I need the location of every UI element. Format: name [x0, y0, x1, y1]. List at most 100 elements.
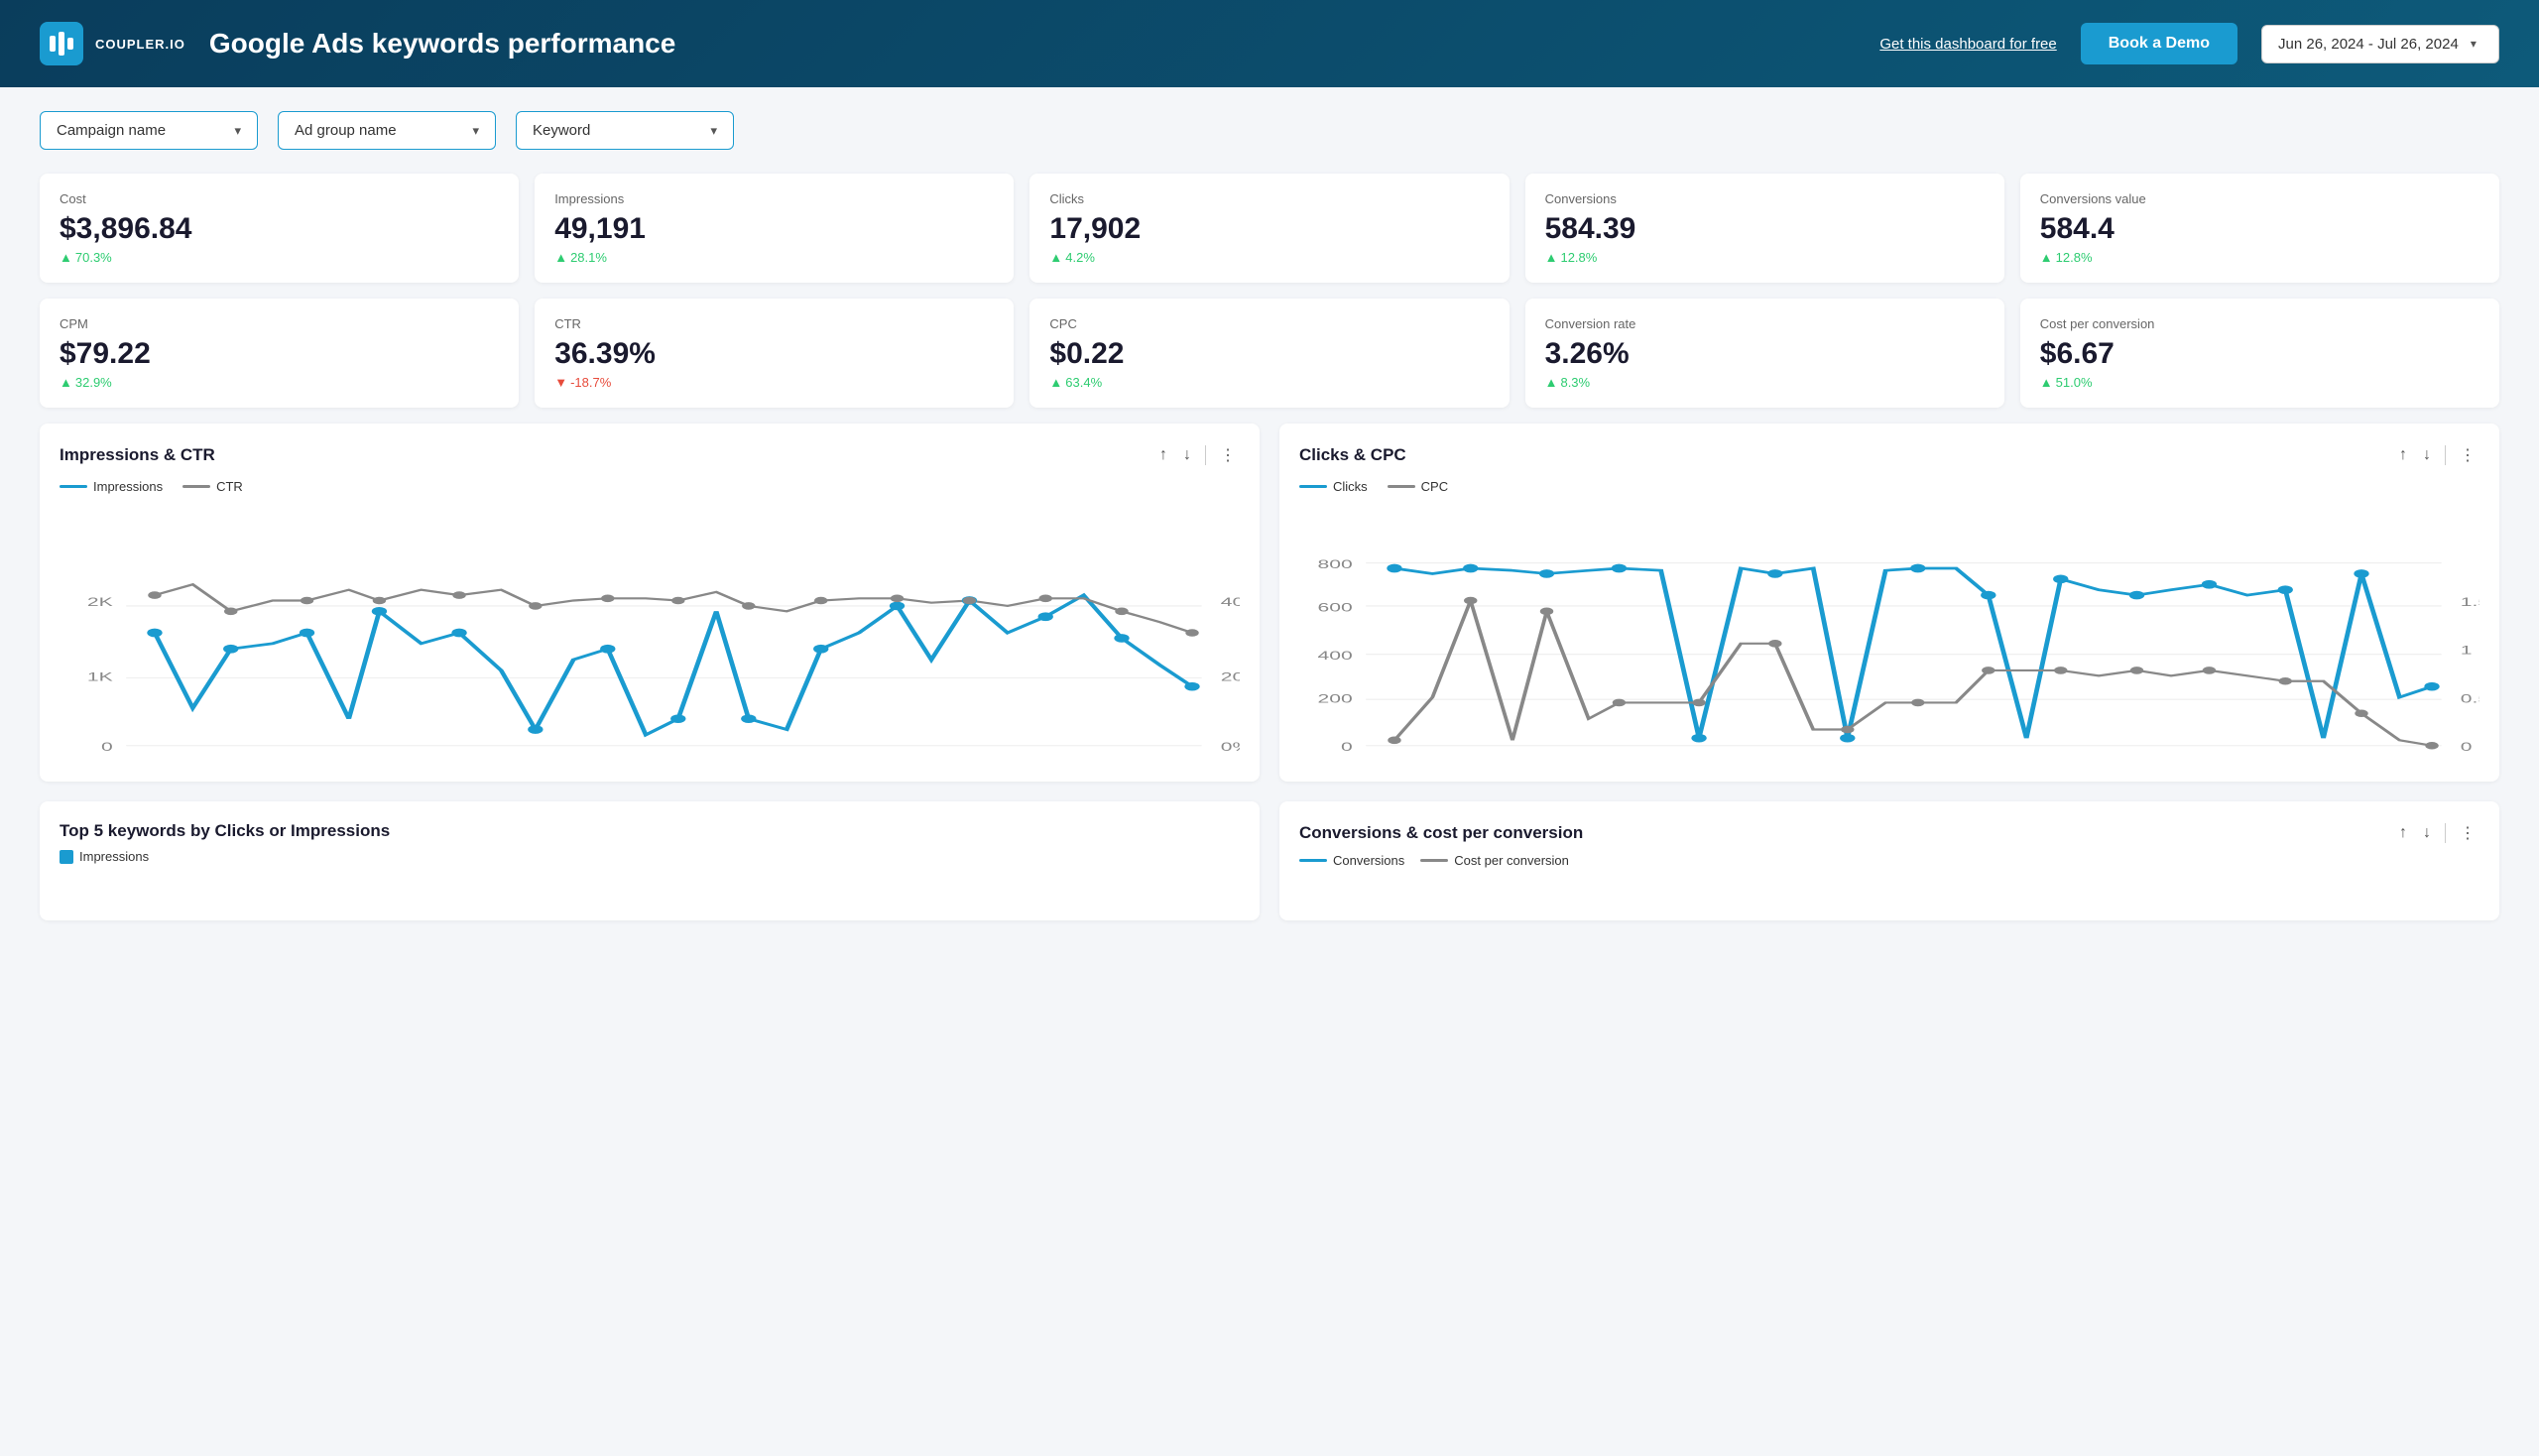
top5-impressions-label: Impressions [79, 849, 149, 864]
campaign-name-filter[interactable]: Campaign name ▾ [40, 111, 258, 150]
svg-text:0.5: 0.5 [2461, 691, 2479, 705]
get-dashboard-link[interactable]: Get this dashboard for free [1879, 36, 2056, 53]
top5-keywords-title: Top 5 keywords by Clicks or Impressions [60, 821, 390, 841]
adgroup-filter-label: Ad group name [295, 122, 397, 139]
date-selector-chevron-icon: ▾ [2471, 37, 2477, 51]
conv-rate-label: Conversion rate [1545, 316, 1985, 331]
header: COUPLER.IO Google Ads keywords performan… [0, 0, 2539, 87]
keyword-filter[interactable]: Keyword ▾ [516, 111, 734, 150]
clicks-change: ▲ 4.2% [1049, 250, 1489, 265]
impressions-value: 49,191 [554, 212, 994, 246]
ctr-trend-icon: ▼ [554, 375, 567, 390]
ctr-change-value: -18.7% [570, 375, 611, 390]
campaign-filter-label: Campaign name [57, 122, 166, 139]
cost-trend-icon: ▲ [60, 250, 72, 265]
conv-rate-trend-icon: ▲ [1545, 375, 1558, 390]
svg-text:600: 600 [1318, 600, 1353, 614]
conv-cost-more-button[interactable]: ⋮ [2456, 821, 2479, 845]
metrics-row-2: CPM $79.22 ▲ 32.9% CTR 36.39% ▼ -18.7% C… [40, 299, 2499, 408]
svg-text:200: 200 [1318, 691, 1353, 705]
logo-area: COUPLER.IO [40, 22, 185, 65]
cost-change-value: 70.3% [75, 250, 112, 265]
metric-card-cost-conv: Cost per conversion $6.67 ▲ 51.0% [2020, 299, 2499, 408]
impressions-ctr-more-button[interactable]: ⋮ [1216, 443, 1240, 467]
clicks-cpc-chart-card: Clicks & CPC ↑ ↓ ⋮ Clicks CPC [1279, 424, 2499, 782]
impressions-ctr-chart-area: 0 1K 2K 0% 20% 40% Jun 26 Jun 29 Jul 2 J… [60, 504, 1240, 762]
cpc-value: $0.22 [1049, 337, 1489, 371]
conv-value-change: ▲ 12.8% [2040, 250, 2479, 265]
conversions-cost-header: Conversions & cost per conversion ↑ ↓ ⋮ [1299, 821, 2479, 845]
impressions-ctr-title: Impressions & CTR [60, 445, 215, 465]
impressions-change: ▲ 28.1% [554, 250, 994, 265]
conv-cost-download-button[interactable]: ↓ [2419, 822, 2435, 844]
top5-keywords-card: Top 5 keywords by Clicks or Impressions … [40, 801, 1260, 920]
metric-card-conv-rate: Conversion rate 3.26% ▲ 8.3% [1525, 299, 2004, 408]
cpm-change-value: 32.9% [75, 375, 112, 390]
conv-value-trend-icon: ▲ [2040, 250, 2053, 265]
cpc-trend-icon: ▲ [1049, 375, 1062, 390]
keyword-filter-arrow-icon: ▾ [710, 123, 717, 139]
impressions-ctr-chart-card: Impressions & CTR ↑ ↓ ⋮ Impressions CTR [40, 424, 1260, 782]
conv-rate-value: 3.26% [1545, 337, 1985, 371]
ctr-change: ▼ -18.7% [554, 375, 994, 390]
main-content: Campaign name ▾ Ad group name ▾ Keyword … [0, 87, 2539, 944]
impressions-legend-line [60, 485, 87, 488]
metric-card-conversions: Conversions 584.39 ▲ 12.8% [1525, 174, 2004, 283]
impressions-ctr-upload-button[interactable]: ↑ [1155, 444, 1171, 466]
ad-group-name-filter[interactable]: Ad group name ▾ [278, 111, 496, 150]
impressions-ctr-download-button[interactable]: ↓ [1179, 444, 1195, 466]
svg-text:2K: 2K [87, 595, 114, 609]
clicks-cpc-upload-button[interactable]: ↑ [2395, 444, 2411, 466]
clicks-cpc-download-button[interactable]: ↓ [2419, 444, 2435, 466]
chart-divider [1205, 445, 1206, 465]
conv-cost-divider [2445, 823, 2446, 843]
ctr-label: CTR [554, 316, 994, 331]
clicks-cpc-chart-area: 0 200 400 600 800 0 0.5 1 1.5 Jun 26 Jun… [1299, 504, 2479, 762]
cpm-trend-icon: ▲ [60, 375, 72, 390]
conversions-trend-icon: ▲ [1545, 250, 1558, 265]
impressions-legend-label: Impressions [93, 479, 163, 494]
cost-conv-trend-icon: ▲ [2040, 375, 2053, 390]
cpc-change: ▲ 63.4% [1049, 375, 1489, 390]
conv-cost-upload-button[interactable]: ↑ [2395, 822, 2411, 844]
book-demo-button[interactable]: Book a Demo [2081, 23, 2237, 64]
svg-text:0: 0 [1341, 740, 1353, 754]
clicks-cpc-more-button[interactable]: ⋮ [2456, 443, 2479, 467]
conversions-change: ▲ 12.8% [1545, 250, 1985, 265]
cost-conv-label: Cost per conversion [2040, 316, 2479, 331]
top5-impressions-legend: Impressions [60, 849, 149, 864]
legend-impressions: Impressions [60, 479, 163, 494]
svg-text:1.5: 1.5 [2461, 595, 2479, 609]
metric-card-cpc: CPC $0.22 ▲ 63.4% [1029, 299, 1509, 408]
cost-conv-change: ▲ 51.0% [2040, 375, 2479, 390]
keyword-filter-label: Keyword [533, 122, 590, 139]
svg-text:1: 1 [2461, 644, 2473, 658]
svg-text:40%: 40% [1221, 595, 1240, 609]
impressions-ctr-controls: ↑ ↓ ⋮ [1155, 443, 1240, 467]
top5-legend: Impressions [60, 849, 1240, 864]
conv-rate-change-value: 8.3% [1560, 375, 1590, 390]
conv-rate-change: ▲ 8.3% [1545, 375, 1985, 390]
impressions-ctr-legend: Impressions CTR [60, 479, 1240, 494]
header-actions: Get this dashboard for free Book a Demo … [1879, 23, 2499, 64]
svg-text:0: 0 [2461, 740, 2473, 754]
conversions-change-value: 12.8% [1560, 250, 1597, 265]
conversions-cost-controls: ↑ ↓ ⋮ [2395, 821, 2479, 845]
impressions-change-value: 28.1% [570, 250, 607, 265]
date-range-selector[interactable]: Jun 26, 2024 - Jul 26, 2024 ▾ [2261, 25, 2499, 63]
clicks-cpc-legend: Clicks CPC [1299, 479, 2479, 494]
clicks-legend-line [1299, 485, 1327, 488]
svg-text:0: 0 [101, 740, 113, 754]
bottom-row: Top 5 keywords by Clicks or Impressions … [40, 801, 2499, 920]
clicks-cpc-title: Clicks & CPC [1299, 445, 1406, 465]
cost-per-conversion-legend: Cost per conversion [1420, 853, 1569, 868]
conversions-label: Conversions [1545, 191, 1985, 206]
svg-text:20%: 20% [1221, 670, 1240, 684]
cpc-change-value: 63.4% [1065, 375, 1102, 390]
svg-text:400: 400 [1318, 649, 1353, 663]
page-title: Google Ads keywords performance [209, 28, 1856, 60]
conversions-legend: Conversions [1299, 853, 1404, 868]
cost-conv-value: $6.67 [2040, 337, 2479, 371]
svg-text:0%: 0% [1221, 740, 1240, 754]
metric-card-impressions: Impressions 49,191 ▲ 28.1% [535, 174, 1014, 283]
